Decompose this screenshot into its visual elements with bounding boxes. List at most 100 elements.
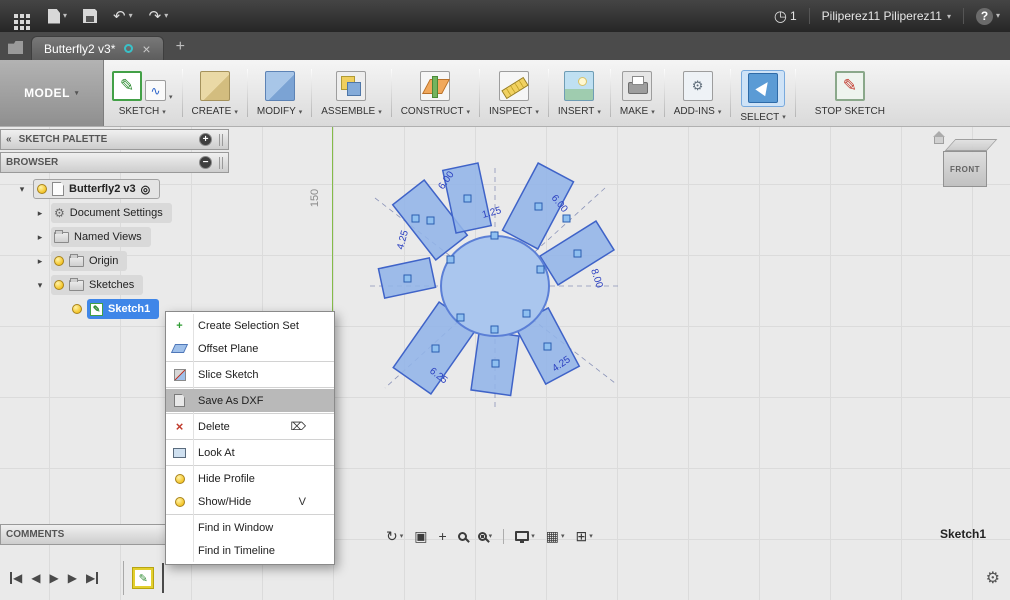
active-sketch-label: Sketch1 xyxy=(939,527,986,541)
menu-separator xyxy=(166,387,334,388)
stop-sketch-button[interactable]: STOP SKETCH xyxy=(807,60,893,126)
menu-item-save-as-dxf[interactable]: Save As DXF xyxy=(166,389,334,412)
bulb-icon xyxy=(174,473,185,484)
timeline-step-back-button[interactable] xyxy=(31,572,40,584)
visibility-bulb-icon[interactable] xyxy=(54,256,64,266)
menu-item-slice-sketch[interactable]: Slice Sketch xyxy=(166,363,334,386)
menu-item-show-hide[interactable]: Show/Hide V xyxy=(166,490,334,513)
zoom-window-button[interactable] xyxy=(477,531,493,541)
redo-button[interactable] xyxy=(149,9,169,24)
new-tab-button[interactable] xyxy=(176,38,185,56)
save-button[interactable] xyxy=(83,9,98,23)
caret-down-icon xyxy=(531,533,535,540)
user-account-menu[interactable]: Piliperez11 Piliperez11 xyxy=(822,9,951,23)
sketch-palette-header[interactable]: SKETCH PALETTE xyxy=(0,129,229,150)
expand-panel-icon[interactable] xyxy=(199,133,212,146)
viewcube-front-face[interactable]: FRONT xyxy=(943,151,987,187)
viewports-button[interactable] xyxy=(575,529,592,543)
menu-item-hide-profile[interactable]: Hide Profile xyxy=(166,467,334,490)
ribbon-item-create[interactable]: CREATE xyxy=(184,60,246,126)
dimension-label[interactable]: 8.00 xyxy=(588,268,605,290)
menu-item-offset-plane[interactable]: Offset Plane xyxy=(166,337,334,360)
visibility-bulb-icon[interactable] xyxy=(54,280,64,290)
tree-label: Sketch1 xyxy=(108,303,151,315)
viewcube-top-face[interactable] xyxy=(944,139,998,151)
menu-item-label: Save As DXF xyxy=(198,394,264,407)
timeline-go-to-start-button[interactable] xyxy=(10,572,22,584)
ribbon-item-sketch[interactable]: SKETCH xyxy=(104,60,181,126)
document-tab[interactable]: Butterfly2 v3* xyxy=(31,36,164,60)
grid-settings-button[interactable] xyxy=(546,529,565,543)
ribbon-item-make[interactable]: MAKE xyxy=(612,60,663,126)
menu-item-label: Create Selection Set xyxy=(198,319,299,332)
timeline-play-button[interactable] xyxy=(49,572,58,584)
ribbon-item-modify[interactable]: MODIFY xyxy=(249,60,310,126)
tree-row-root[interactable]: Butterfly2 v3 xyxy=(0,177,250,201)
timeline-go-to-end-button[interactable] xyxy=(86,572,99,584)
timeline-step-forward-button[interactable] xyxy=(68,572,77,584)
menu-item-find-in-window[interactable]: Find in Window xyxy=(166,516,334,539)
tree-row-document-settings[interactable]: Document Settings xyxy=(0,201,250,225)
expand-collapse-icon[interactable] xyxy=(34,256,46,267)
timeline-sketch-feature[interactable] xyxy=(133,568,154,588)
ribbon-item-insert[interactable]: INSERT xyxy=(550,60,609,126)
collapse-left-icon[interactable] xyxy=(6,134,12,145)
tree-row-origin[interactable]: Origin xyxy=(0,249,250,273)
tree-label: Origin xyxy=(89,255,119,267)
tree-row-named-views[interactable]: Named Views xyxy=(0,225,250,249)
menu-item-find-in-timeline[interactable]: Find in Timeline xyxy=(166,539,334,562)
help-menu-button[interactable]: ? xyxy=(975,7,1000,25)
ribbon-item-inspect[interactable]: INSPECT xyxy=(481,60,547,126)
workspace-switcher[interactable]: MODEL xyxy=(0,60,104,126)
caret-down-icon xyxy=(466,108,470,116)
collapse-panel-icon[interactable] xyxy=(199,156,212,169)
look-at-button[interactable] xyxy=(414,529,427,543)
menu-item-create-selection-set[interactable]: Create Selection Set xyxy=(166,314,334,337)
bulb-icon xyxy=(174,496,185,507)
ribbon-label: ADD-INS xyxy=(673,106,715,117)
caret-down-icon xyxy=(400,533,404,540)
menu-item-delete[interactable]: Delete ⌦ xyxy=(166,415,334,438)
viewcube[interactable]: FRONT xyxy=(933,131,998,190)
zoom-button[interactable] xyxy=(457,531,467,541)
menu-item-look-at[interactable]: Look At xyxy=(166,441,334,464)
caret-down-icon xyxy=(782,113,786,121)
caret-down-icon xyxy=(129,12,133,20)
visibility-bulb-icon[interactable] xyxy=(37,184,47,194)
clock-icon xyxy=(774,9,787,24)
file-menu-button[interactable] xyxy=(48,8,67,24)
dimension-label[interactable]: 4.25 xyxy=(395,229,411,251)
gear-icon[interactable] xyxy=(986,568,1000,588)
visibility-bulb-icon[interactable] xyxy=(72,304,82,314)
document-tabbar: Butterfly2 v3* xyxy=(0,32,1010,60)
expand-collapse-icon[interactable] xyxy=(34,280,46,291)
display-settings-button[interactable] xyxy=(515,531,535,543)
sketch-palette-title: SKETCH PALETTE xyxy=(18,134,108,145)
grid-icon xyxy=(546,529,559,543)
activate-component-icon[interactable] xyxy=(141,183,151,196)
close-tab-icon[interactable] xyxy=(142,42,150,56)
ribbon-item-select[interactable]: SELECT xyxy=(732,60,793,126)
menu-shortcut: V xyxy=(298,495,306,508)
panel-grip[interactable] xyxy=(219,156,223,169)
panel-grip[interactable] xyxy=(219,133,223,146)
expand-collapse-icon[interactable] xyxy=(34,232,46,243)
orbit-button[interactable] xyxy=(386,529,403,543)
timeline-playhead[interactable] xyxy=(162,563,165,593)
undo-button[interactable] xyxy=(113,9,133,24)
expand-collapse-icon[interactable] xyxy=(34,208,46,219)
butterfly-sketch[interactable]: 6.00 6.00 4.25 8.00 1.25 6.25 4.25 xyxy=(355,158,635,418)
ribbon-item-construct[interactable]: CONSTRUCT xyxy=(393,60,478,126)
pan-button[interactable] xyxy=(438,529,446,543)
browser-header[interactable]: BROWSER xyxy=(0,152,229,173)
app-grid-icon[interactable] xyxy=(14,14,18,18)
job-status-button[interactable]: 1 xyxy=(774,9,797,24)
ribbon-item-addins[interactable]: ADD-INS xyxy=(666,60,730,126)
expand-collapse-icon[interactable] xyxy=(16,184,28,195)
viewcube-home-icon[interactable] xyxy=(933,131,945,144)
ribbon-item-assemble[interactable]: ASSEMBLE xyxy=(313,60,389,126)
documents-panel-icon[interactable] xyxy=(8,41,23,54)
step-forward-icon xyxy=(68,572,77,584)
tree-row-sketches[interactable]: Sketches xyxy=(0,273,250,297)
stop-sketch-icon xyxy=(834,71,865,101)
